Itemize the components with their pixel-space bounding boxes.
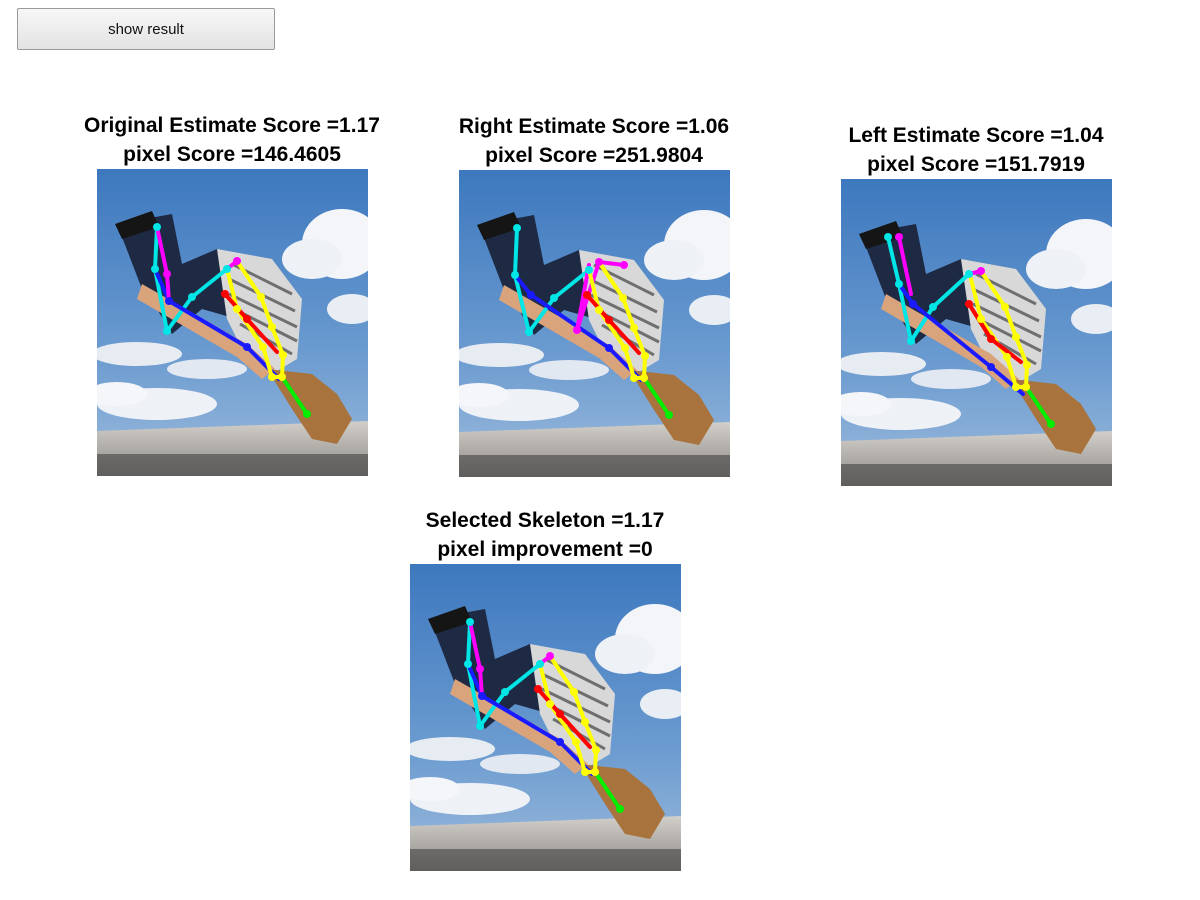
- selected-pose-image: [409, 564, 681, 871]
- show-result-button[interactable]: show result: [17, 8, 275, 50]
- left-estimate-score: Left Estimate Score =1.04: [848, 124, 1104, 147]
- pixel-improvement: pixel improvement =0: [437, 538, 653, 561]
- right-pixel-score: pixel Score =251.9804: [485, 144, 703, 167]
- left-estimate-panel: Left Estimate Score =1.04 pixel Score =1…: [786, 121, 1166, 486]
- right-estimate-panel: Right Estimate Score =1.06 pixel Score =…: [404, 112, 784, 477]
- selected-skeleton-score: Selected Skeleton =1.17: [425, 509, 665, 532]
- right-estimate-score: Right Estimate Score =1.06: [458, 115, 730, 138]
- original-pixel-score: pixel Score =146.4605: [123, 143, 341, 166]
- pose-comparison-window: show result Original Estimate Score =1.1…: [0, 0, 1200, 900]
- left-pixel-score: pixel Score =151.7919: [867, 153, 1085, 176]
- original-estimate-panel: Original Estimate Score =1.17 pixel Scor…: [42, 111, 422, 476]
- original-estimate-score: Original Estimate Score =1.17: [84, 114, 380, 137]
- selected-skeleton-panel: Selected Skeleton =1.17 pixel improvemen…: [355, 506, 735, 871]
- original-pose-image: [96, 169, 368, 476]
- left-pose-image: [840, 179, 1112, 486]
- right-pose-image: [458, 170, 730, 477]
